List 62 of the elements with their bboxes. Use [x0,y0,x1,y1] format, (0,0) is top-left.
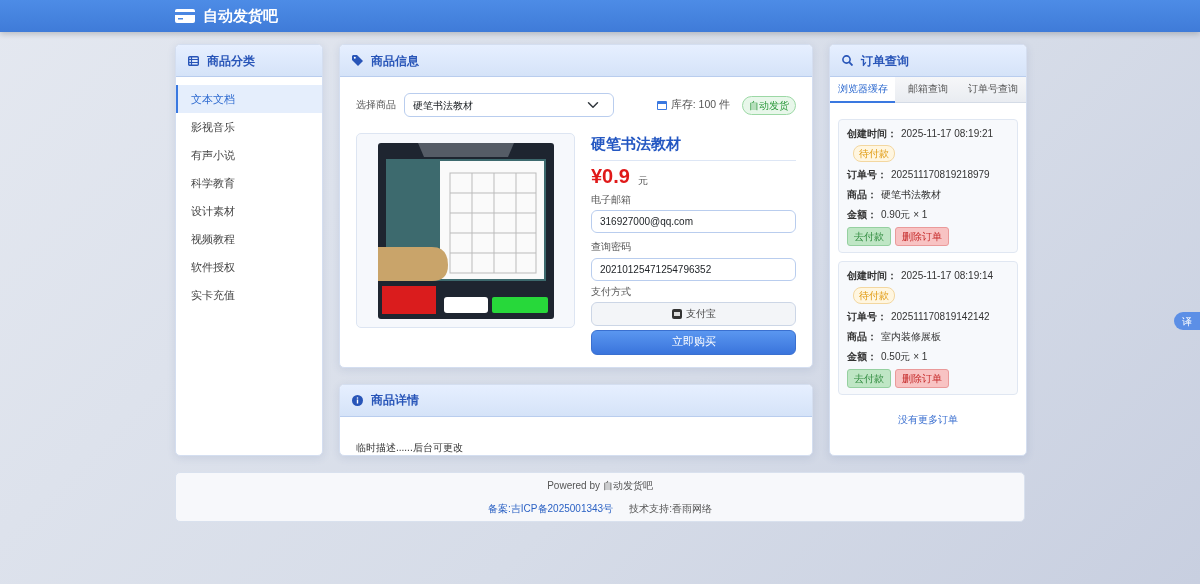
panel-title: 商品分类 [207,52,255,70]
delete-button[interactable]: 删除订单 [895,227,949,246]
support-text: 技术支持:香雨网络 [629,502,712,516]
field-value: 0.50元 × 1 [881,350,928,364]
card-icon [175,9,195,23]
panel-title: 商品信息 [371,52,419,70]
status-badge: 待付款 [853,287,895,304]
currency-unit: 元 [637,174,648,187]
field-label: 创建时间： [847,269,897,283]
description-text: 临时描述......后台可更改 [356,441,463,453]
icp-link[interactable]: 备案:吉ICP备2025001343号 [488,501,614,516]
status-badge: 自动发货 [742,95,796,115]
price: ¥0.9 [591,163,630,189]
panel-title: 订单查询 [861,52,909,70]
category-item[interactable]: 影视音乐 [176,113,322,141]
tag-icon [352,55,363,66]
field-value: 2025-11-17 08:19:21 [901,127,994,141]
field-label: 选择商品 [356,99,396,111]
tab[interactable]: 订单号查询 [960,77,1026,103]
panel-title: 商品详情 [371,392,419,410]
category-item[interactable]: 设计素材 [176,197,322,225]
tab[interactable]: 邮箱查询 [895,77,961,103]
field-label: 查询密码 [591,241,631,253]
product-select[interactable]: 硬笔书法教材 [404,93,614,117]
field-label: 电子邮箱 [591,193,631,206]
category-item[interactable]: 软件授权 [176,253,322,281]
delete-button[interactable]: 删除订单 [895,369,949,388]
field-value: 室内装修展板 [881,330,941,344]
calendar-icon [656,100,667,110]
field-label: 商品： [847,188,877,202]
search-icon [842,55,853,66]
powered-by-text: Powered by 自动发货吧 [547,479,653,493]
wallet-icon [671,308,682,319]
category-item[interactable]: 实卡充值 [176,281,322,309]
category-item[interactable]: 文本文档 [176,85,322,113]
status-badge: 待付款 [853,145,895,162]
text-field[interactable]: 20210125471254796352 [591,257,796,281]
category-item[interactable]: 视频教程 [176,225,322,253]
field-label: 创建时间： [847,127,897,141]
buy-button[interactable]: 立即购买 [591,329,796,355]
category-item[interactable]: 有声小说 [176,141,322,169]
list-icon [188,55,199,66]
field-value: 202511170819142142 [891,310,990,324]
text-field[interactable]: 316927000@qq.com [591,210,796,233]
payment-method-button[interactable]: 支付宝 [591,301,796,326]
field-label: 金额： [847,208,877,222]
product-name: 硬笔书法教材 [591,133,796,161]
field-label: 订单号： [847,168,887,182]
site-title[interactable]: 自动发货吧 [203,4,278,28]
stock-count: 库存: 100 件 [670,97,730,113]
field-label: 订单号： [847,310,887,324]
no-more-orders-link[interactable]: 没有更多订单 [898,414,958,425]
field-value: 2025-11-17 08:19:14 [901,269,994,283]
category-item[interactable]: 科学教育 [176,169,322,197]
field-label: 金额： [847,350,877,364]
info-icon [352,394,363,406]
tab[interactable]: 浏览器缓存 [830,77,896,103]
field-label: 支付方式 [591,285,631,298]
field-value: 202511170819218979 [891,168,990,182]
field-value: 0.90元 × 1 [881,208,928,222]
field-label: 商品： [847,330,877,344]
field-value: 硬笔书法教材 [881,188,941,202]
